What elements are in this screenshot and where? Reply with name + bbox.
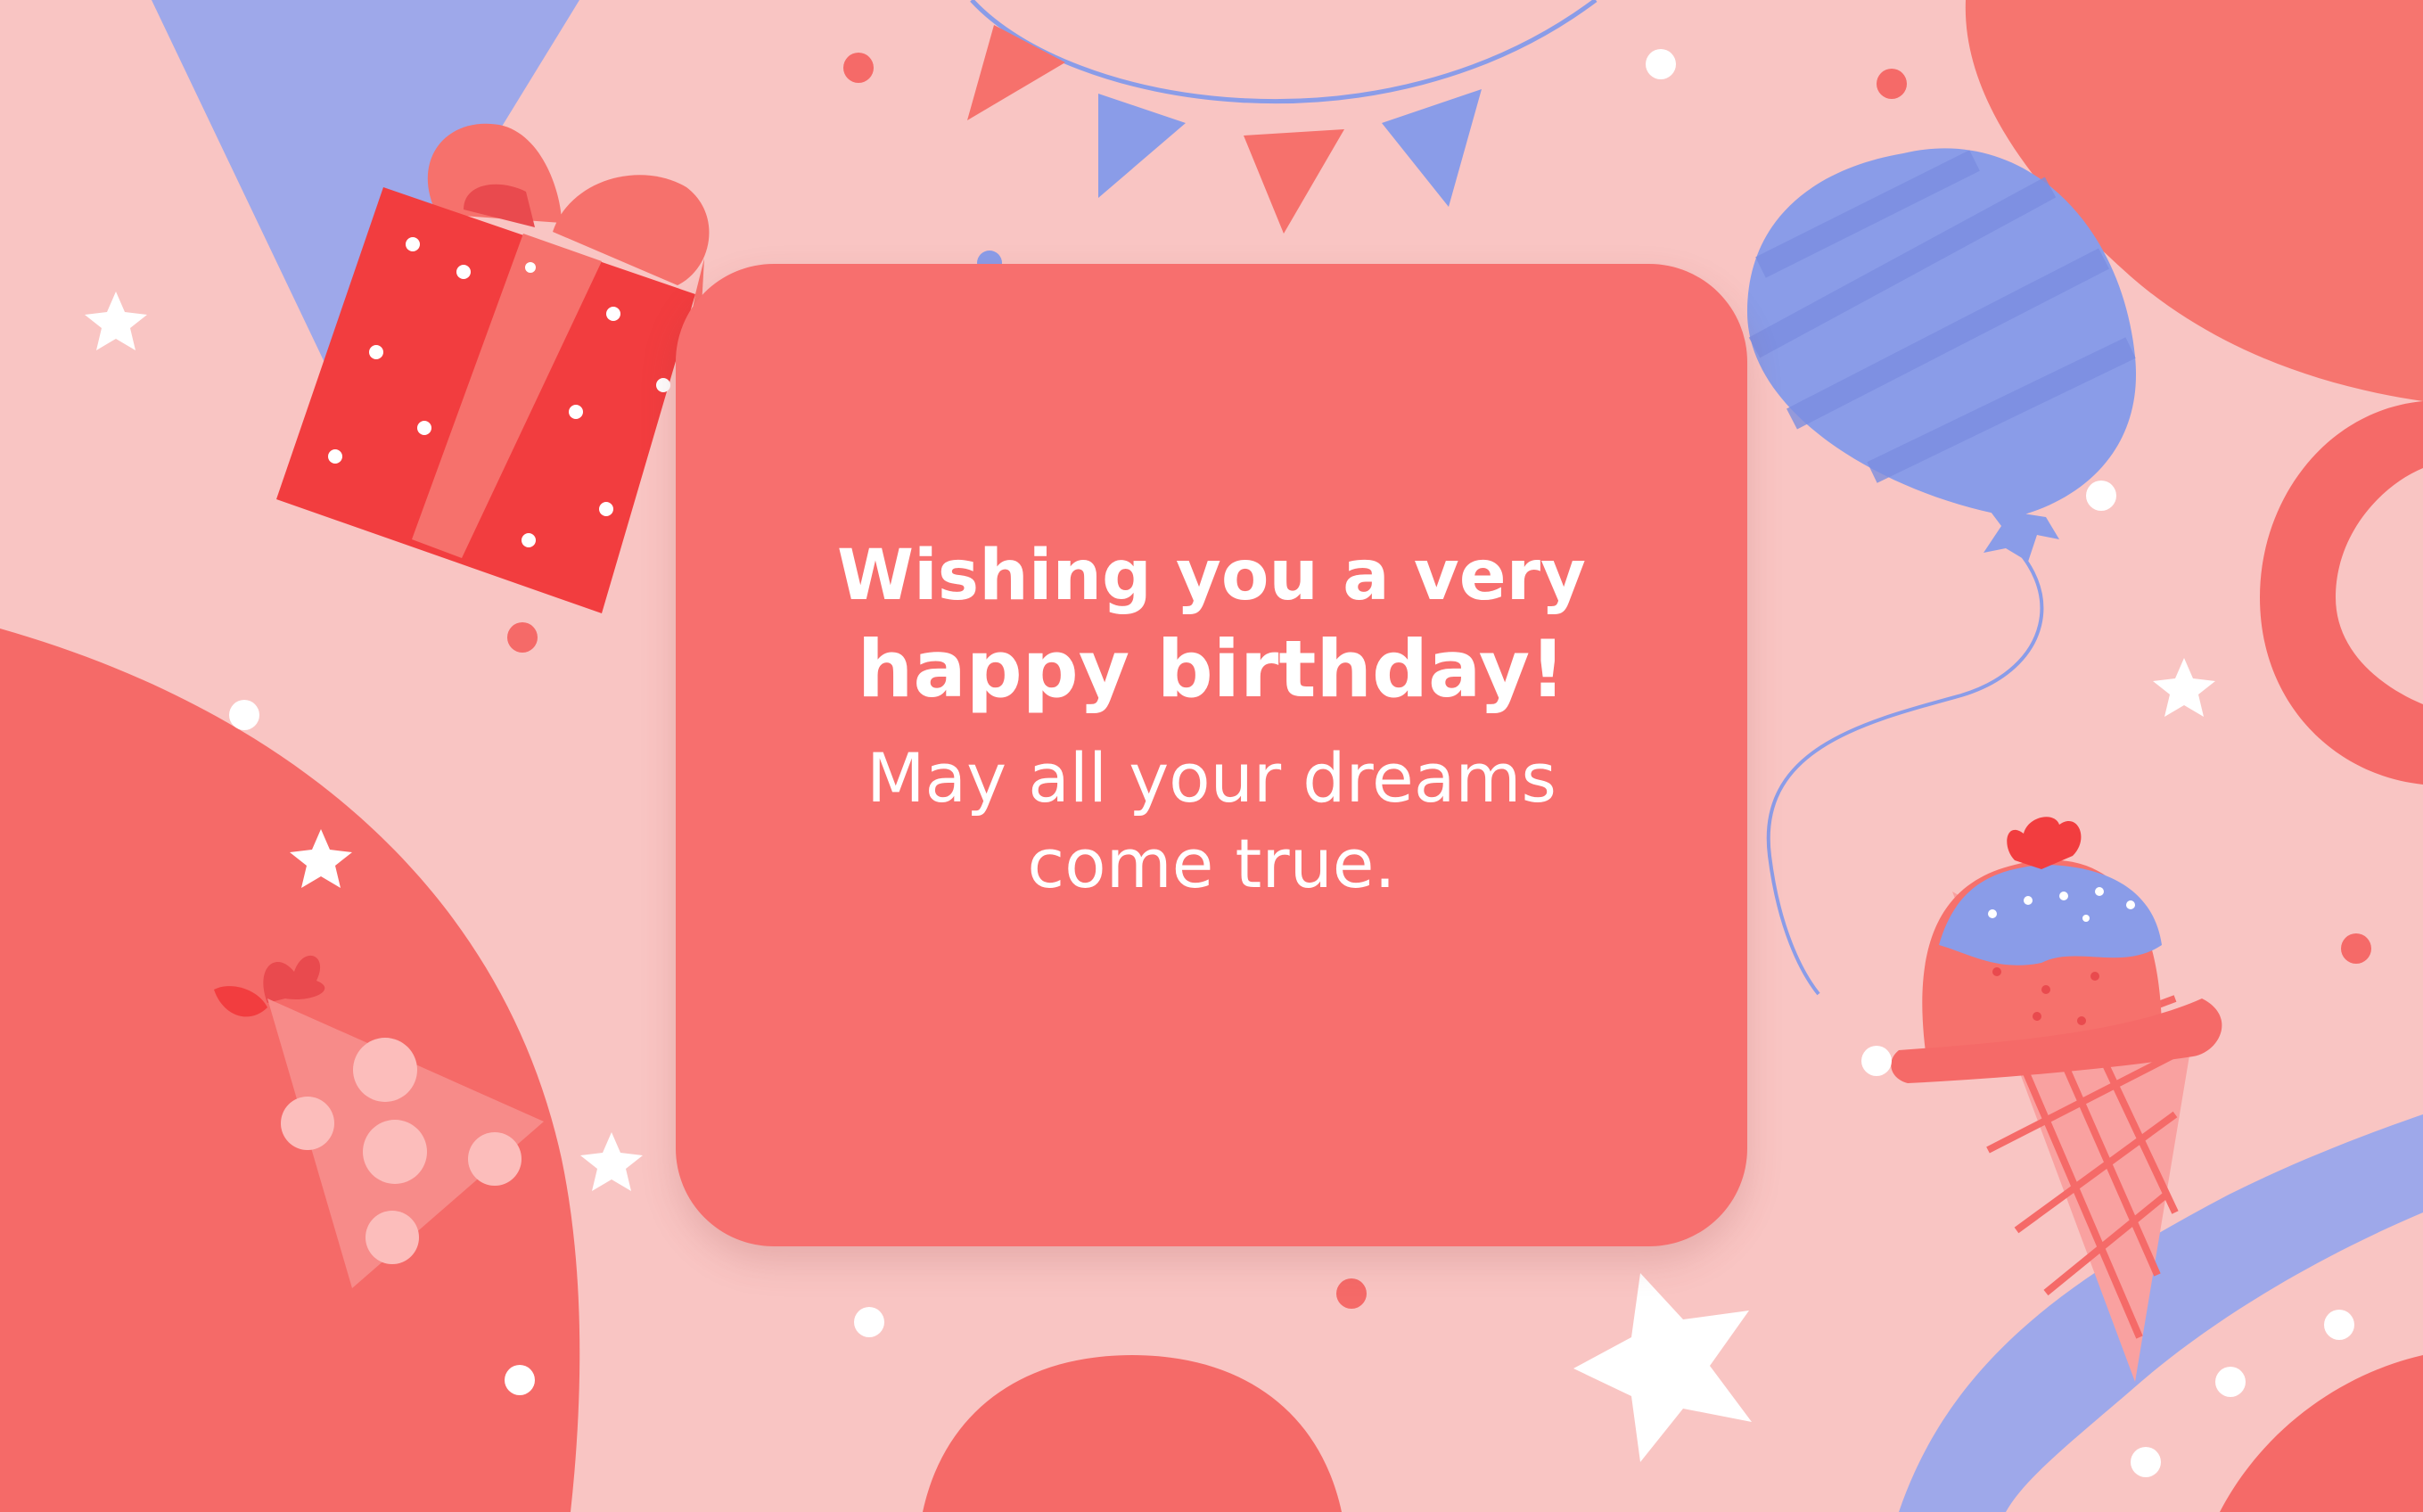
greeting-card: Wishing you a very happy birthday! May a… <box>676 264 1747 1246</box>
greeting-line-4: come true. <box>1027 823 1396 903</box>
greeting-line-1: Wishing you a very <box>837 536 1586 617</box>
greeting-line-3: May all your dreams <box>866 738 1557 818</box>
greeting-line-2: happy birthday! <box>857 622 1566 715</box>
